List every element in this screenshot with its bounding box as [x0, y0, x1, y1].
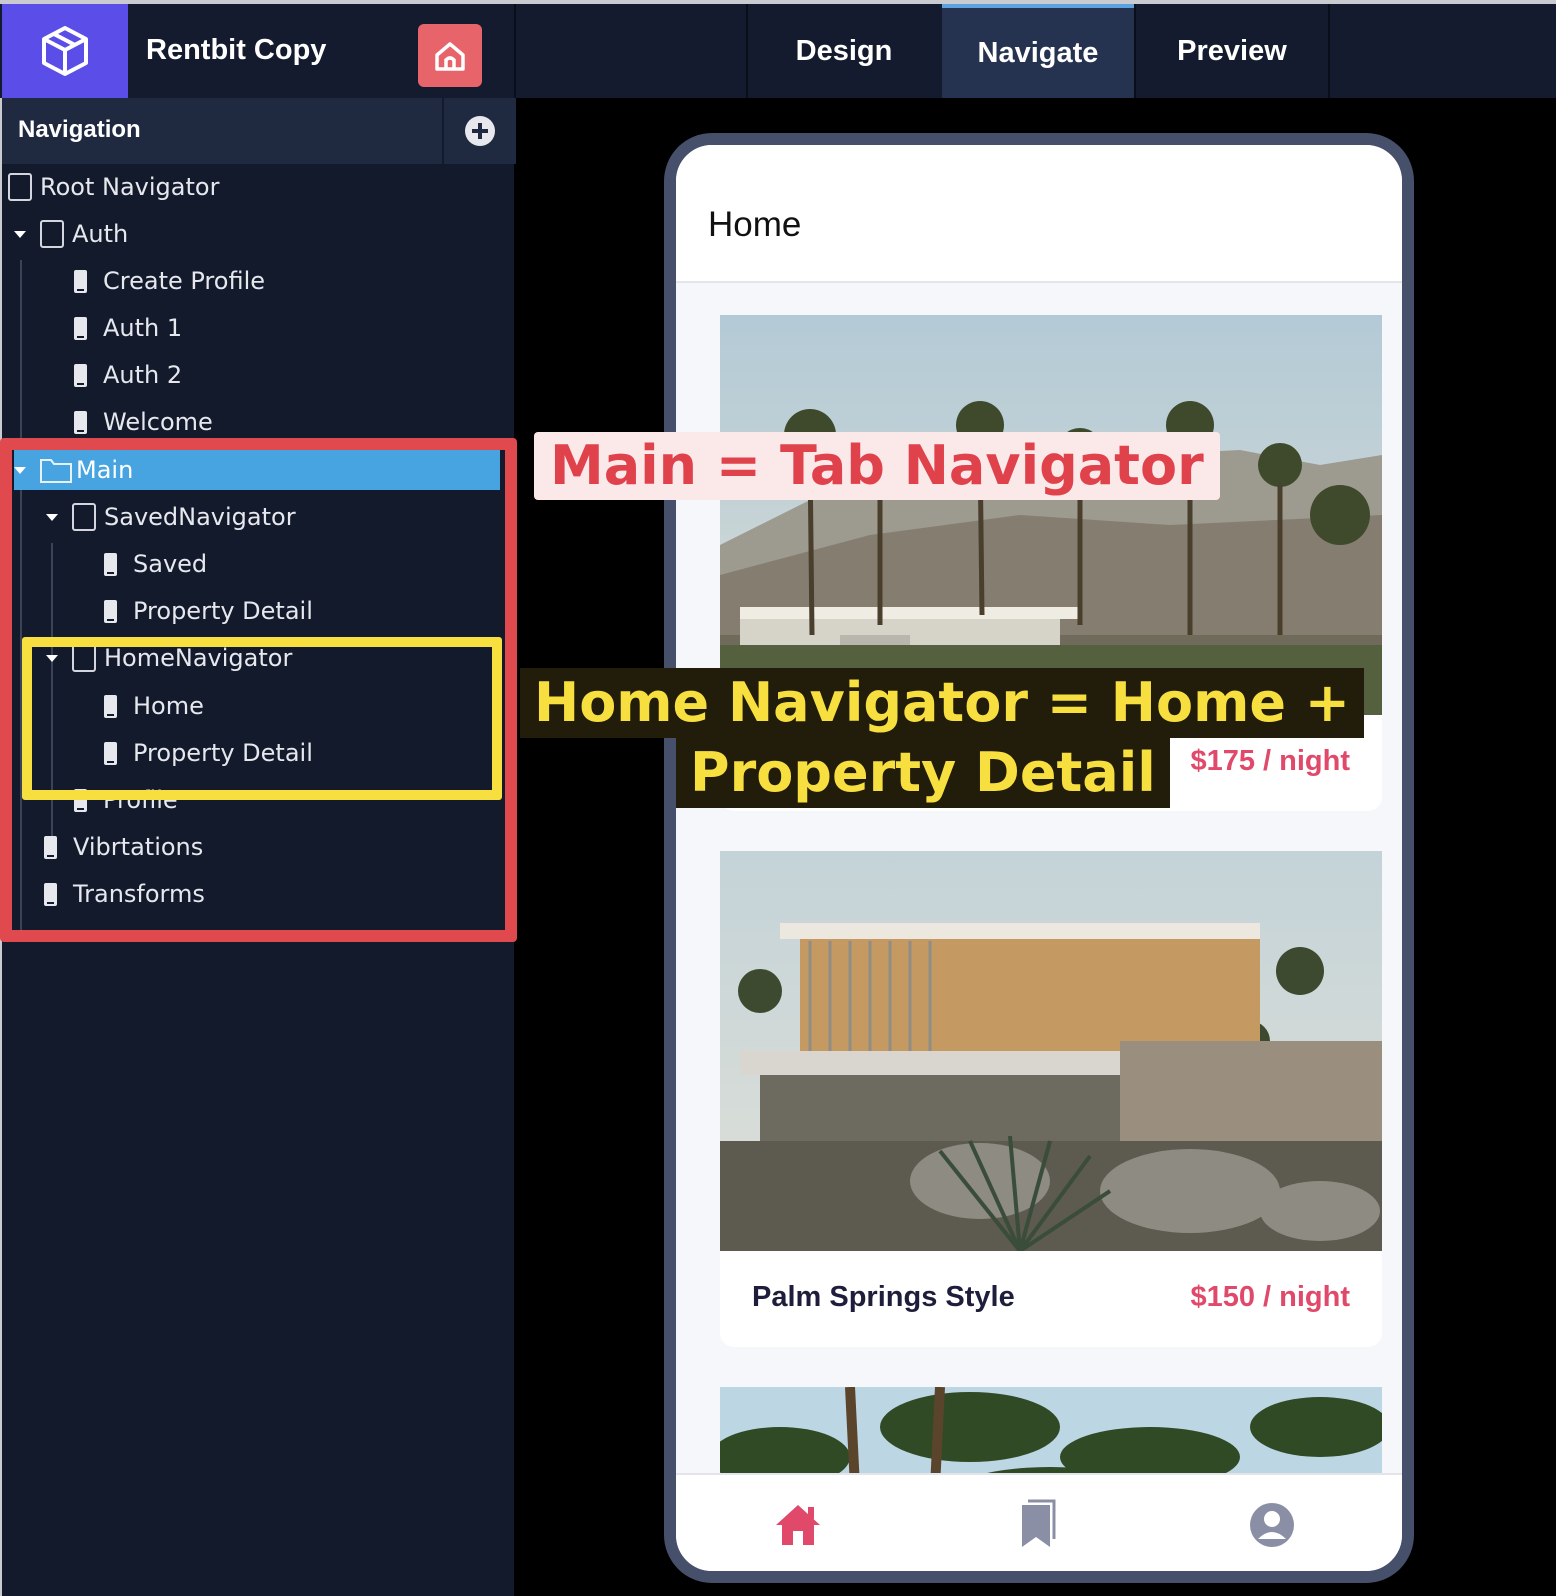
tab-design[interactable]: Design	[748, 4, 940, 98]
bottom-tab-bar	[676, 1473, 1402, 1571]
tree-item-auth-1[interactable]: Auth 1	[74, 308, 182, 348]
screen-icon	[74, 410, 87, 434]
listing-price: $150 / night	[1190, 1281, 1350, 1313]
listing-photo-desert-palms	[720, 315, 1382, 715]
home-icon	[435, 41, 465, 71]
screen-header: Home	[676, 145, 1402, 283]
annotation-label-home-navigator-line2: Property Detail	[676, 738, 1170, 808]
tree-item-welcome[interactable]: Welcome	[74, 402, 213, 442]
project-title: Rentbit Copy	[146, 34, 327, 66]
tree-item-label: Auth 2	[103, 361, 183, 389]
navigation-header: Navigation	[2, 98, 516, 164]
divider	[442, 98, 444, 164]
screen-title: Home	[708, 205, 802, 244]
navigator-icon	[8, 173, 32, 201]
cube-icon	[42, 26, 88, 76]
user-circle-icon[interactable]	[1246, 1499, 1298, 1551]
tree-item-label: Auth	[72, 220, 129, 248]
top-bar: Rentbit Copy Design Navigate Preview	[0, 0, 1556, 98]
screen-icon	[74, 269, 87, 293]
tree-item-root-navigator[interactable]: Root Navigator	[8, 167, 219, 207]
listing-name: Palm Springs Style	[752, 1281, 1015, 1313]
bookmark-icon[interactable]	[1010, 1499, 1062, 1551]
tab-navigate[interactable]: Navigate	[942, 4, 1134, 98]
listing-photo	[720, 851, 1382, 1251]
annotation-label-home-navigator: Home Navigator = Home +	[520, 668, 1365, 738]
annotation-label-main: Main = Tab Navigator	[534, 432, 1220, 500]
tree-item-label: Auth 1	[103, 314, 183, 342]
tree-item-auth[interactable]: Auth	[14, 214, 128, 254]
phone-preview: Home $175 / night Palm Springs Style $15…	[664, 133, 1414, 1583]
listing-price: $175 / night	[1190, 745, 1350, 777]
navigator-icon	[40, 220, 64, 248]
home-button[interactable]	[418, 24, 482, 87]
app-logo[interactable]	[2, 4, 128, 98]
tree-item-label: Welcome	[103, 408, 213, 436]
tree-item-create-profile[interactable]: Create Profile	[74, 261, 265, 301]
annotation-box-home-navigator	[22, 637, 502, 800]
home-icon[interactable]	[772, 1499, 824, 1551]
divider	[1328, 4, 1330, 98]
listing-photo-modern-house	[720, 851, 1382, 1251]
screen-icon	[74, 316, 87, 340]
tree-item-label: Create Profile	[103, 267, 265, 295]
listing-card[interactable]: Palm Springs Style $150 / night	[720, 851, 1382, 1347]
listing-photo	[720, 315, 1382, 715]
tab-preview[interactable]: Preview	[1136, 4, 1328, 98]
divider	[514, 4, 516, 98]
tree-item-auth-2[interactable]: Auth 2	[74, 355, 182, 395]
plus-circle-icon[interactable]	[464, 115, 496, 147]
tree-item-label: Root Navigator	[40, 173, 220, 201]
navigation-title: Navigation	[18, 116, 141, 143]
screen-icon	[74, 363, 87, 387]
caret-down-icon[interactable]	[14, 231, 26, 238]
